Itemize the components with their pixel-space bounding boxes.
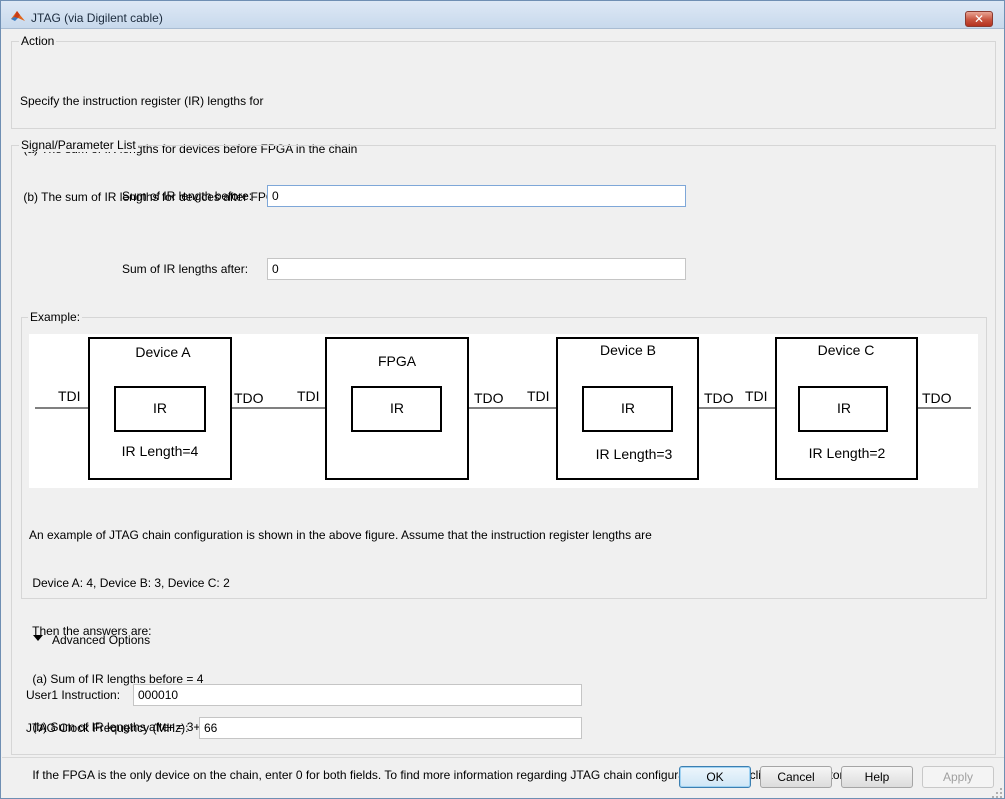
action-legend: Action	[19, 34, 57, 48]
cancel-button[interactable]: Cancel	[760, 766, 832, 788]
device-c-tdi: TDI	[745, 388, 768, 404]
device-c-name: Device C	[818, 342, 875, 358]
device-a-tdi: TDI	[58, 388, 81, 404]
fpga-name: FPGA	[378, 353, 417, 369]
user1-instruction-label: User1 Instruction:	[26, 688, 121, 702]
device-a-name: Device A	[135, 344, 191, 360]
device-c-tdo: TDO	[922, 390, 952, 406]
explanation-line: Device A: 4, Device B: 3, Device C: 2	[29, 576, 230, 590]
action-line: Specify the instruction register (IR) le…	[20, 94, 264, 108]
advanced-options-label: Advanced Options	[52, 633, 151, 647]
clock-frequency-input[interactable]	[199, 717, 582, 739]
jtag-chain-diagram: Device A IR IR Length=4 TDI TDO FPGA IR …	[29, 334, 978, 488]
help-button[interactable]: Help	[841, 766, 913, 788]
ir-after-label: Sum of IR lengths after:	[122, 262, 249, 276]
example-legend: Example:	[28, 310, 83, 324]
button-bar-divider	[2, 757, 1004, 758]
device-a-ir: IR	[153, 400, 167, 416]
explanation-line: An example of JTAG chain configuration i…	[29, 528, 652, 542]
parameter-legend: Signal/Parameter List	[19, 138, 138, 152]
window-title: JTAG (via Digilent cable)	[31, 11, 163, 25]
resize-grip-icon[interactable]	[991, 787, 1003, 799]
close-icon: ✕	[973, 12, 985, 26]
apply-button: Apply	[922, 766, 994, 788]
dialog-window: JTAG (via Digilent cable) ✕ Action Speci…	[0, 0, 1005, 799]
example-explanation: An example of JTAG chain configuration i…	[29, 495, 850, 799]
ir-before-label: Sum of IR length before:	[122, 189, 253, 203]
device-b-name: Device B	[600, 342, 656, 358]
device-c-ir: IR	[837, 400, 851, 416]
ir-after-input[interactable]	[267, 258, 686, 280]
fpga-tdo: TDO	[474, 390, 504, 406]
explanation-line: Then the answers are:	[29, 624, 152, 638]
user1-instruction-input[interactable]	[133, 684, 582, 706]
device-a-tdo: TDO	[234, 390, 264, 406]
device-b-tdi: TDI	[527, 388, 550, 404]
clock-frequency-label: JTAG Clock Frequency (MHz):	[26, 721, 189, 735]
device-b-tdo: TDO	[704, 390, 734, 406]
close-button[interactable]: ✕	[965, 11, 993, 27]
matlab-logo-icon	[11, 11, 25, 21]
title-bar[interactable]: JTAG (via Digilent cable) ✕	[1, 1, 1004, 29]
ir-before-input[interactable]	[267, 185, 686, 207]
fpga-tdi: TDI	[297, 388, 320, 404]
ok-button[interactable]: OK	[679, 766, 751, 788]
triangle-down-icon	[33, 635, 43, 641]
device-c-ir-length: IR Length=2	[809, 445, 886, 461]
device-b-ir: IR	[621, 400, 635, 416]
device-b-ir-length: IR Length=3	[596, 446, 673, 462]
device-a-ir-length: IR Length=4	[122, 443, 199, 459]
fpga-ir: IR	[390, 400, 404, 416]
